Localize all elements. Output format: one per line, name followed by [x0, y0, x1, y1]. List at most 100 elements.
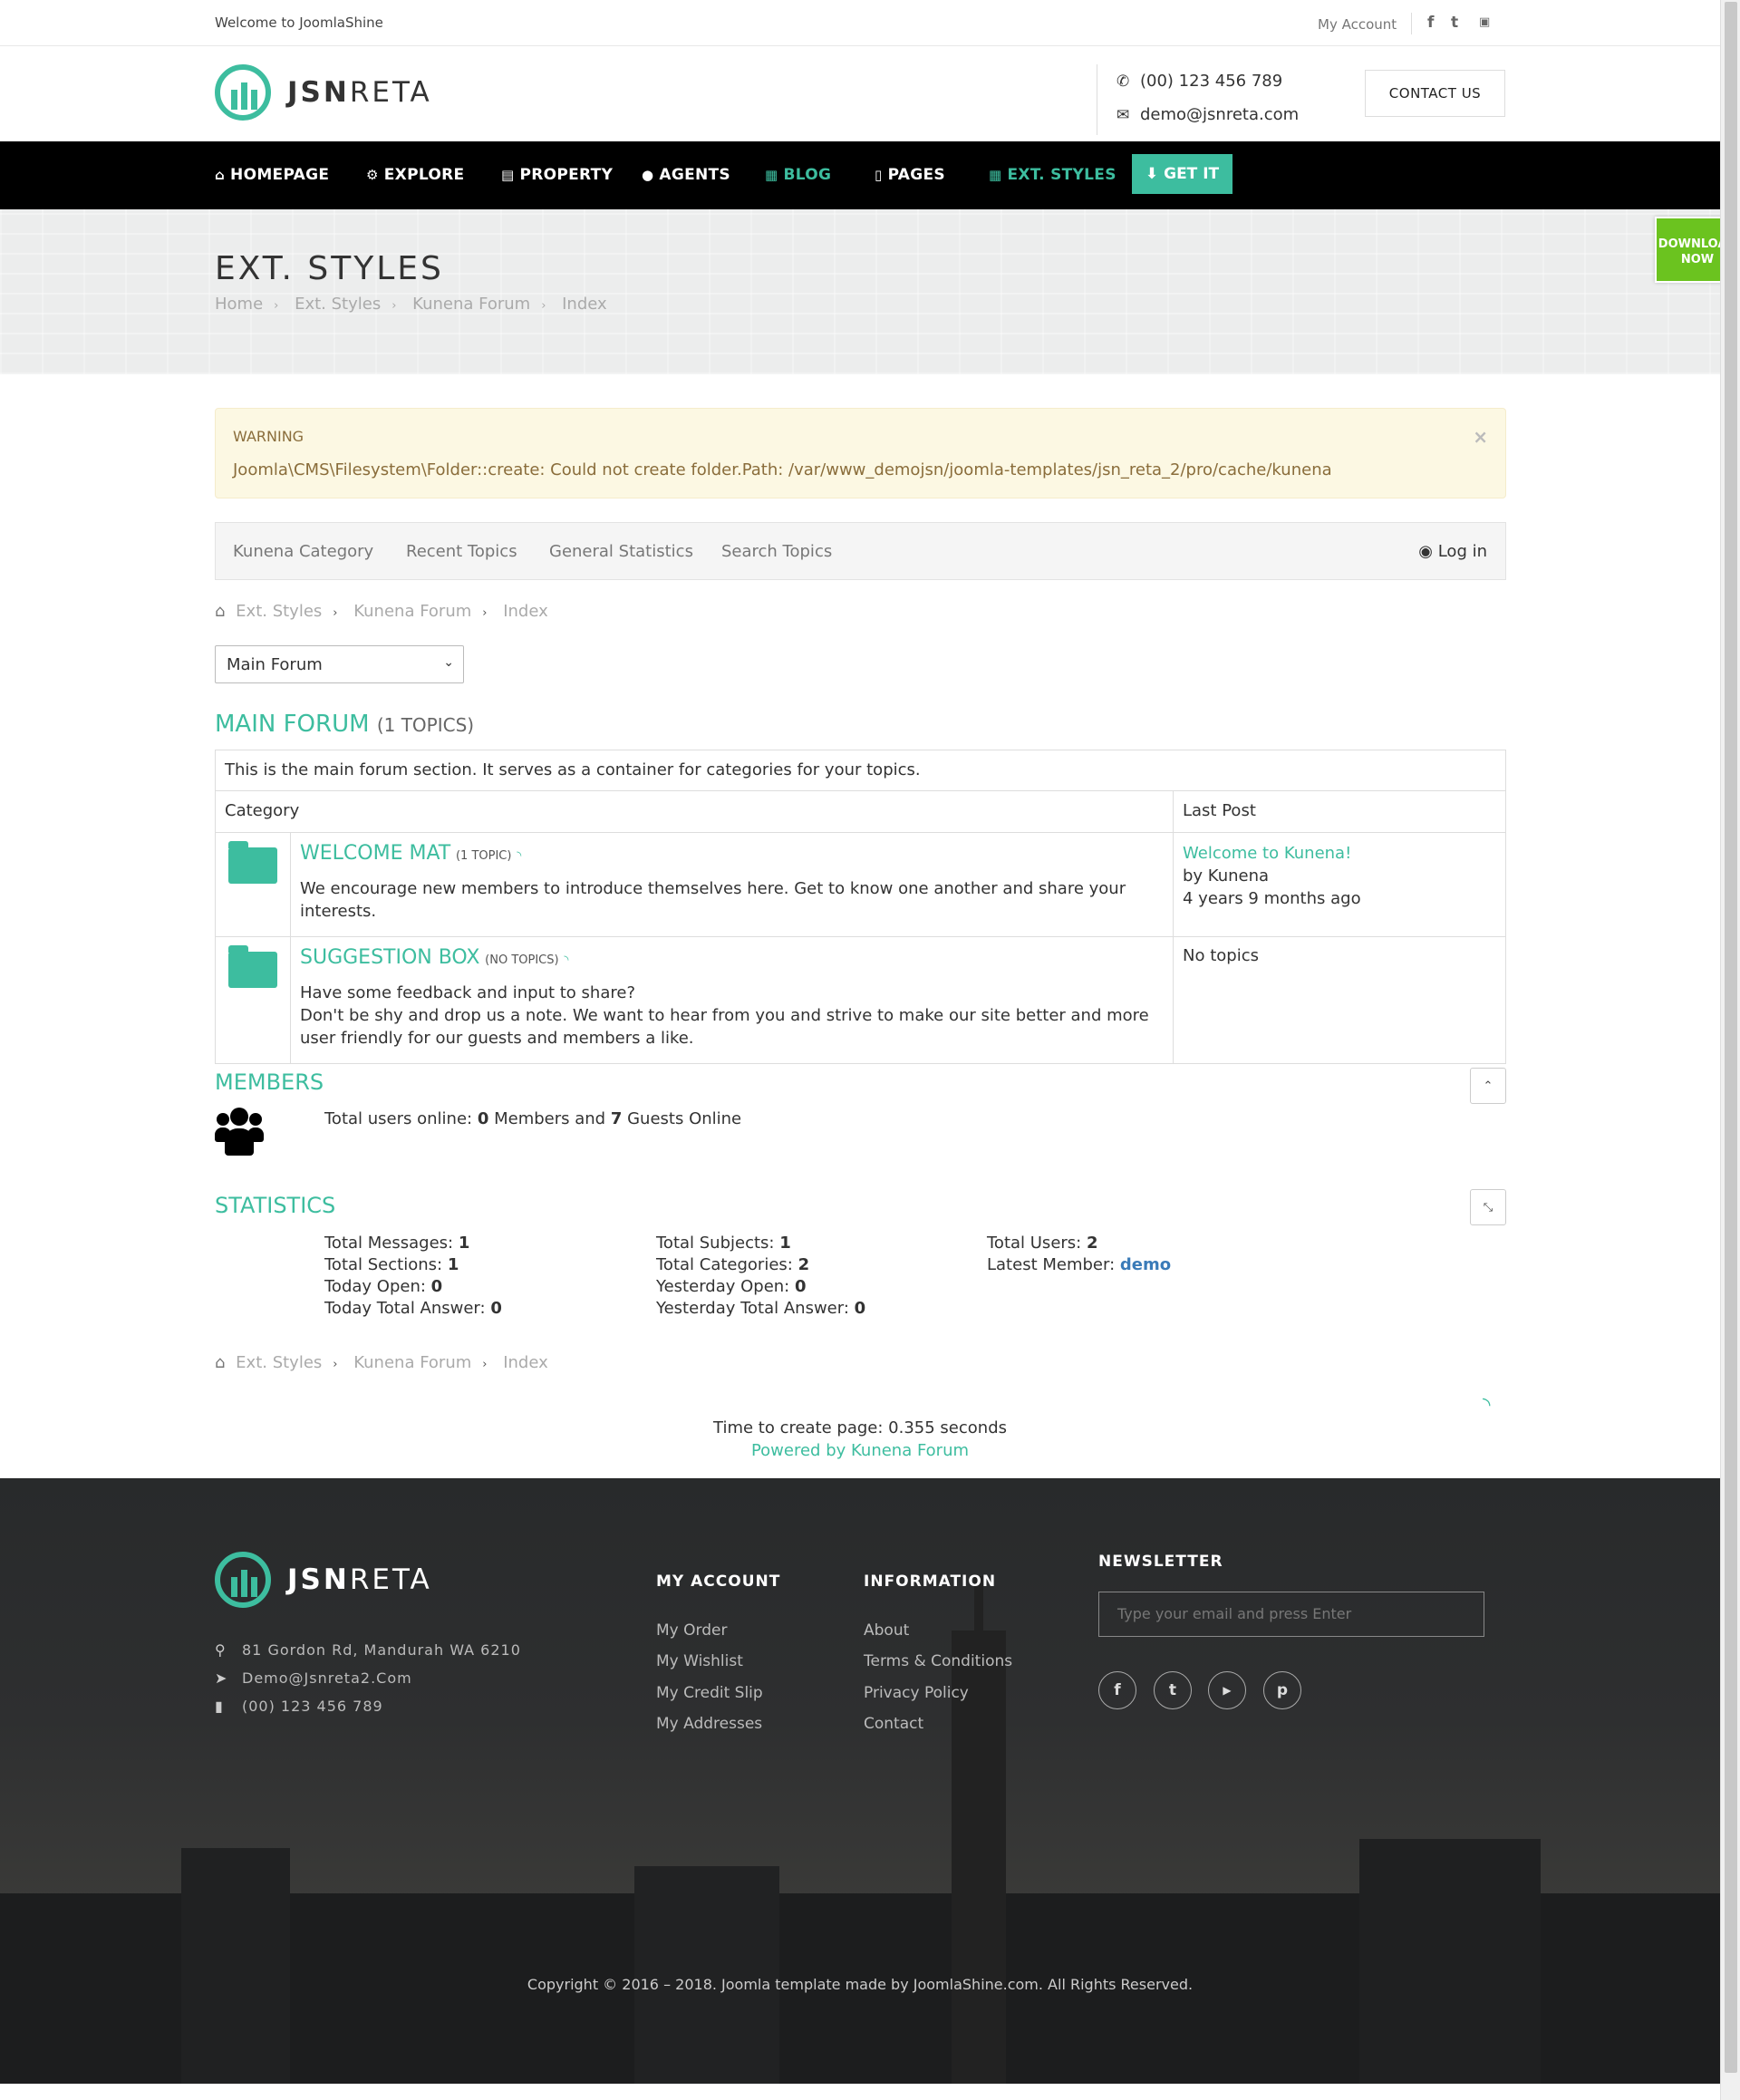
pinterest-icon[interactable]: p — [1263, 1671, 1301, 1709]
user-icon: ● — [642, 167, 654, 183]
tab-recent-topics[interactable]: Recent Topics — [406, 542, 517, 561]
category-link-welcome-mat[interactable]: WELCOME MAT — [300, 842, 450, 865]
nav-homepage[interactable]: ⌂ HOMEPAGE — [215, 166, 329, 184]
breadcrumb-home[interactable]: Home — [215, 295, 263, 314]
header-email[interactable]: ✉ demo@jsnreta.com — [1116, 105, 1299, 124]
newsletter-email-input[interactable]: Type your email and press Enter — [1098, 1592, 1484, 1637]
tab-search-topics[interactable]: Search Topics — [721, 542, 832, 561]
category-description: Have some feedback and input to share? — [300, 983, 635, 1002]
forum-jump-select[interactable]: Main Forum ⌄ — [215, 645, 464, 683]
warning-message: Joomla\CMS\Filesystem\Folder::create: Co… — [233, 460, 1332, 479]
nav-property[interactable]: ▤ PROPERTY — [501, 166, 613, 184]
nav-ext-styles[interactable]: ▦ EXT. STYLES — [989, 166, 1116, 184]
main-forum-title[interactable]: MAIN FORUM (1 TOPICS) — [215, 711, 474, 738]
file-icon: ▯ — [875, 167, 883, 183]
facebook-icon[interactable]: f — [1098, 1671, 1136, 1709]
stat-row: Yesterday Total Answer: 0 — [656, 1299, 866, 1318]
footer-link-my-wishlist[interactable]: My Wishlist — [656, 1652, 743, 1670]
download-icon: ⬇ — [1145, 165, 1159, 183]
breadcrumb-kunena-forum[interactable]: Kunena Forum — [353, 602, 471, 621]
powered-by-link[interactable]: Powered by Kunena Forum — [0, 1441, 1720, 1460]
chevron-right-icon: › — [482, 1358, 488, 1371]
scrollbar-thumb[interactable] — [1725, 2, 1737, 2073]
footer-link-privacy[interactable]: Privacy Policy — [864, 1684, 969, 1702]
chevron-right-icon: › — [274, 299, 279, 313]
breadcrumb-kunena-forum[interactable]: Kunena Forum — [412, 295, 530, 314]
grid-icon: ▦ — [989, 167, 1002, 183]
stat-row: Yesterday Open: 0 — [656, 1277, 807, 1296]
column-header-category: Category — [215, 790, 1174, 833]
youtube-icon[interactable]: ▣ — [1479, 15, 1490, 29]
logo-icon — [215, 1552, 271, 1608]
stat-row: Latest Member: demo — [987, 1255, 1172, 1274]
footer-link-terms[interactable]: Terms & Conditions — [864, 1652, 1012, 1670]
my-account-link[interactable]: My Account — [1318, 16, 1397, 33]
breadcrumb-index: Index — [562, 295, 607, 314]
map-marker-icon: ⚲ — [215, 1641, 227, 1659]
logo-text: JSNRETA — [287, 76, 432, 109]
breadcrumb-ext-styles[interactable]: Ext. Styles — [295, 295, 381, 314]
collapse-button[interactable]: ⌃ — [1470, 1068, 1506, 1104]
footer-link-my-addresses[interactable]: My Addresses — [656, 1715, 762, 1733]
footer-link-contact[interactable]: Contact — [864, 1715, 923, 1733]
last-post-link[interactable]: Welcome to Kunena! — [1183, 842, 1496, 865]
tab-general-statistics[interactable]: General Statistics — [549, 542, 693, 561]
newspaper-icon: ▦ — [765, 167, 778, 183]
warning-alert: WARNING Joomla\CMS\Filesystem\Folder::cr… — [215, 408, 1506, 498]
welcome-text: Welcome to JoomlaShine — [215, 15, 383, 31]
login-button[interactable]: ◉ Log in — [1418, 542, 1487, 561]
nav-agents[interactable]: ● AGENTS — [642, 166, 730, 184]
forum-breadcrumb-bottom: ⌂ Ext. Styles › Kunena Forum › Index — [215, 1353, 548, 1372]
last-post-time: 4 years 9 months ago — [1183, 889, 1361, 908]
rss-icon[interactable]: ◝ — [1483, 1394, 1491, 1417]
home-icon: ⌂ — [215, 1353, 226, 1372]
footer-email[interactable]: ➤ Demo@Jsnreta2.Com — [215, 1669, 412, 1687]
chevron-right-icon: › — [392, 299, 397, 313]
rss-icon[interactable]: ◝ — [517, 849, 521, 863]
collapse-button[interactable]: ⤡ — [1470, 1189, 1506, 1225]
user-circle-icon: ◉ — [1418, 542, 1433, 561]
forum-description: This is the main forum section. It serve… — [215, 750, 1506, 791]
category-description: Don't be shy and drop us a note. We want… — [300, 1006, 1149, 1048]
stat-row: Total Subjects: 1 — [656, 1234, 791, 1253]
tab-kunena-category[interactable]: Kunena Category — [233, 542, 373, 561]
breadcrumb-ext-styles[interactable]: Ext. Styles — [236, 602, 322, 621]
breadcrumb-kunena-forum[interactable]: Kunena Forum — [353, 1353, 471, 1372]
footer-my-account-title: MY ACCOUNT — [656, 1573, 781, 1591]
footer-information-title: INFORMATION — [864, 1573, 997, 1591]
nav-explore[interactable]: ⚙ EXPLORE — [366, 166, 464, 184]
facebook-icon[interactable]: f — [1427, 14, 1434, 32]
footer-link-my-order[interactable]: My Order — [656, 1621, 727, 1640]
page-title-band: EXT. STYLES Home › Ext. Styles › Kunena Fo… — [0, 209, 1720, 374]
footer-address: ⚲ 81 Gordon Rd, Mandurah WA 6210 — [215, 1641, 521, 1659]
footer-link-about[interactable]: About — [864, 1621, 909, 1640]
top-bar: Welcome to JoomlaShine My Account f t ▣ — [0, 0, 1720, 46]
phone-icon: ✆ — [1116, 73, 1130, 91]
phone-icon: ▮ — [215, 1698, 224, 1715]
get-it-button[interactable]: ⬇ GET IT — [1132, 154, 1232, 194]
stat-row: Today Total Answer: 0 — [324, 1299, 502, 1318]
twitter-icon[interactable]: t — [1154, 1671, 1192, 1709]
latest-member-link[interactable]: demo — [1120, 1255, 1171, 1274]
page-scrollbar[interactable] — [1720, 0, 1740, 2100]
footer-logo[interactable]: JSNRETA — [215, 1552, 432, 1608]
nav-blog[interactable]: ▦ BLOG — [765, 166, 831, 184]
twitter-icon[interactable]: t — [1451, 14, 1458, 32]
folder-icon — [228, 945, 277, 988]
members-title: MEMBERS — [215, 1069, 324, 1095]
rss-icon[interactable]: ◝ — [564, 953, 568, 967]
site-logo[interactable]: JSNRETA — [215, 64, 432, 121]
nav-pages[interactable]: ▯ PAGES — [875, 166, 945, 184]
footer-phone: ▮ (00) 123 456 789 — [215, 1698, 383, 1715]
page-title: EXT. STYLES — [215, 250, 444, 287]
breadcrumb-ext-styles[interactable]: Ext. Styles — [236, 1353, 322, 1372]
youtube-icon[interactable]: ▶ — [1208, 1671, 1246, 1709]
footer-link-my-credit-slip[interactable]: My Credit Slip — [656, 1684, 763, 1702]
copyright-text: Copyright © 2016 – 2018. Joomla template… — [527, 1976, 1194, 1993]
category-link-suggestion-box[interactable]: SUGGESTION BOX — [300, 946, 479, 969]
breadcrumb-index: Index — [503, 1353, 548, 1372]
close-icon[interactable]: × — [1473, 426, 1488, 448]
kunena-menu: Kunena Category Recent Topics General St… — [215, 522, 1506, 580]
contact-us-button[interactable]: CONTACT US — [1365, 70, 1505, 117]
logo-text: JSNRETA — [287, 1563, 432, 1596]
